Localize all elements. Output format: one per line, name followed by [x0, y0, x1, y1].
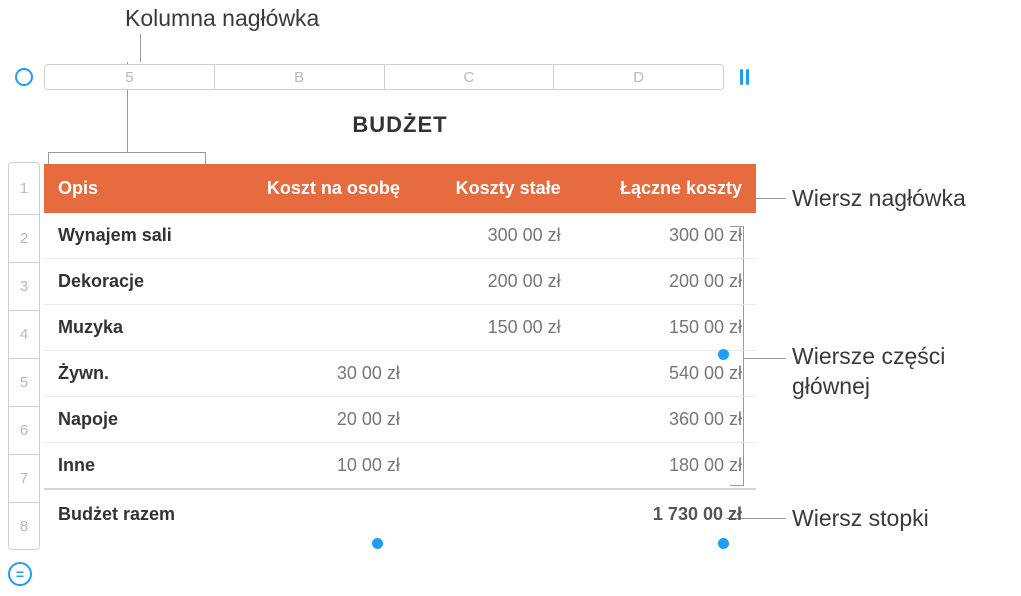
row-header-7[interactable]: 7 — [8, 454, 40, 502]
column-header-D[interactable]: D — [554, 65, 723, 89]
row-header-2[interactable]: 2 — [8, 214, 40, 262]
table-row[interactable]: Inne10 00 zł 180 00 zł — [44, 443, 756, 490]
header-fixed[interactable]: Koszty stałe — [414, 164, 575, 213]
select-all-handle[interactable] — [8, 62, 40, 92]
columns-icon — [740, 69, 749, 85]
cell-desc[interactable]: Inne — [44, 443, 219, 490]
column-header-B[interactable]: B — [215, 65, 385, 89]
table-title[interactable]: BUDŻET — [44, 92, 756, 164]
cell-fixed[interactable]: 150 00 zł — [414, 305, 575, 351]
cell-per[interactable]: 10 00 zł — [219, 443, 414, 490]
cell-total[interactable]: 540 00 zł — [575, 351, 756, 397]
table-row[interactable]: Muzyka 150 00 zł150 00 zł — [44, 305, 756, 351]
add-column-handle[interactable] — [728, 62, 760, 92]
row-header-1[interactable]: 1 — [8, 162, 40, 214]
callout-line — [140, 34, 141, 62]
cell-desc[interactable]: Muzyka — [44, 305, 219, 351]
cell-per[interactable] — [219, 213, 414, 259]
cell-desc[interactable]: Napoje — [44, 397, 219, 443]
table-resize-handle-right[interactable] — [718, 349, 729, 360]
column-header-C[interactable]: C — [385, 65, 555, 89]
cell-per[interactable]: 20 00 zł — [219, 397, 414, 443]
table-resize-handle-bottom[interactable] — [372, 538, 383, 549]
row-header-5[interactable]: 5 — [8, 358, 40, 406]
callout-body-rows-line1: Wiersze części — [792, 343, 945, 369]
cell-fixed[interactable]: 200 00 zł — [414, 259, 575, 305]
callout-header-row: Wiersz nagłówka — [792, 184, 966, 214]
cell-total[interactable]: 200 00 zł — [575, 259, 756, 305]
row-header-strip[interactable]: 1 2 3 4 5 6 7 8 — [8, 162, 40, 550]
column-header-A[interactable]: 5 — [45, 65, 215, 89]
cell-per[interactable] — [219, 305, 414, 351]
callout-body-rows: Wiersze części głównej — [792, 342, 945, 402]
cell-total[interactable]: 300 00 zł — [575, 213, 756, 259]
row-header-6[interactable]: 6 — [8, 406, 40, 454]
header-total[interactable]: Łączne koszty — [575, 164, 756, 213]
row-header-4[interactable]: 4 — [8, 310, 40, 358]
equals-icon: = — [16, 566, 24, 582]
cell-total[interactable]: 150 00 zł — [575, 305, 756, 351]
cell-desc[interactable]: Żywn. — [44, 351, 219, 397]
table-row[interactable]: Żywn.30 00 zł 540 00 zł — [44, 351, 756, 397]
footer-total[interactable]: 1 730 00 zł — [575, 489, 756, 539]
cell-fixed[interactable] — [414, 443, 575, 490]
cell-per[interactable]: 30 00 zł — [219, 351, 414, 397]
footer-row[interactable]: Budżet razem 1 730 00 zł — [44, 489, 756, 539]
table-row[interactable]: Wynajem sali 300 00 zł300 00 zł — [44, 213, 756, 259]
cell-total[interactable]: 180 00 zł — [575, 443, 756, 490]
callout-footer-row: Wiersz stopki — [792, 504, 929, 534]
cell-total[interactable]: 360 00 zł — [575, 397, 756, 443]
cell-fixed[interactable]: 300 00 zł — [414, 213, 575, 259]
table-row[interactable]: Napoje20 00 zł 360 00 zł — [44, 397, 756, 443]
header-row[interactable]: Opis Koszt na osobę Koszty stałe Łączne … — [44, 164, 756, 213]
cell-desc[interactable]: Dekoracje — [44, 259, 219, 305]
footer-per[interactable] — [219, 489, 414, 539]
table-resize-handle-corner[interactable] — [718, 538, 729, 549]
budget-table[interactable]: Opis Koszt na osobę Koszty stałe Łączne … — [44, 164, 756, 539]
callout-body-rows-line2: głównej — [792, 373, 870, 399]
cell-per[interactable] — [219, 259, 414, 305]
row-header-8[interactable]: 8 — [8, 502, 40, 550]
circle-icon — [15, 68, 33, 86]
table-row[interactable]: Dekoracje 200 00 zł200 00 zł — [44, 259, 756, 305]
footer-fixed[interactable] — [414, 489, 575, 539]
cell-fixed[interactable] — [414, 397, 575, 443]
column-header-strip[interactable]: 5 B C D — [44, 64, 724, 90]
header-per[interactable]: Koszt na osobę — [219, 164, 414, 213]
add-row-handle[interactable]: = — [8, 562, 32, 586]
header-desc[interactable]: Opis — [44, 164, 219, 213]
cell-desc[interactable]: Wynajem sali — [44, 213, 219, 259]
footer-desc[interactable]: Budżet razem — [44, 489, 219, 539]
cell-fixed[interactable] — [414, 351, 575, 397]
callout-header-column: Kolumna nagłówka — [125, 4, 319, 34]
row-header-3[interactable]: 3 — [8, 262, 40, 310]
